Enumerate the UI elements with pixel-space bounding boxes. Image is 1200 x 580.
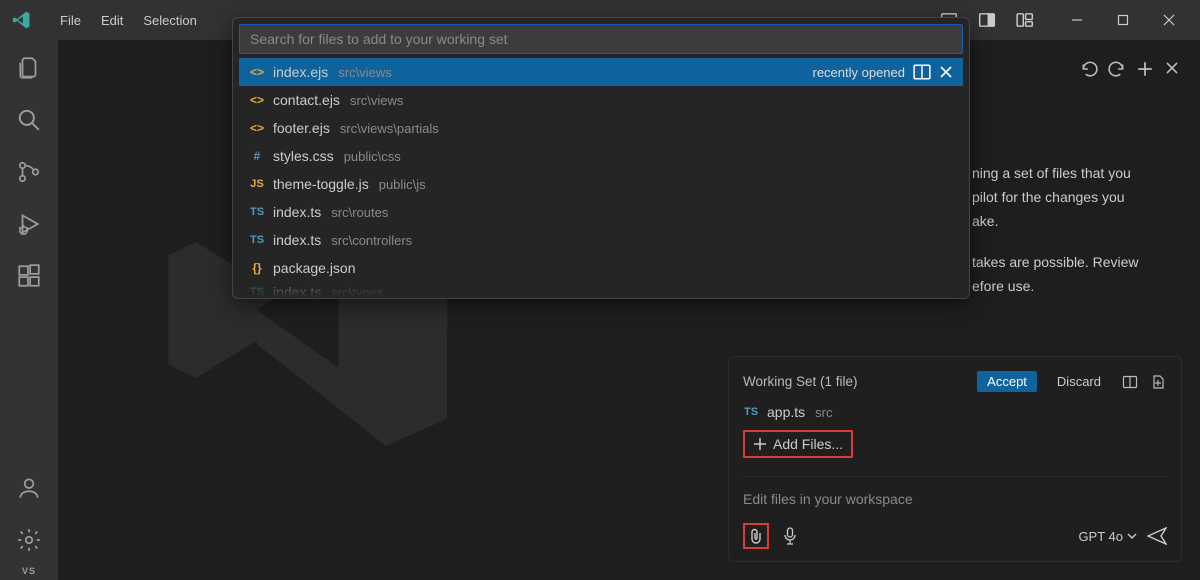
quick-open-item[interactable]: # styles.css public\css [239,142,963,170]
window-controls [1054,0,1192,40]
quick-open-list: <> index.ejs src\views recently opened <… [239,58,963,298]
microphone-icon [783,527,797,545]
accept-button[interactable]: Accept [977,371,1037,392]
send-icon [1147,527,1167,545]
working-set-title: Working Set (1 file) [743,374,967,389]
vscode-logo-icon [12,10,32,30]
layout-customize-icon[interactable] [1008,6,1042,34]
redo-icon[interactable] [1108,60,1126,78]
split-editor-icon[interactable] [913,64,931,80]
settings-gear-icon[interactable] [15,526,43,554]
css-icon: # [249,148,265,164]
new-file-icon[interactable] [1149,373,1167,391]
working-set-card: Working Set (1 file) Accept Discard TS a… [728,356,1182,562]
layout-split-icon[interactable] [970,6,1004,34]
quick-open-item[interactable]: <> contact.ejs src\views [239,86,963,114]
working-set-file[interactable]: TS app.ts src [743,404,1167,420]
recently-opened-hint: recently opened [812,65,905,80]
chevron-down-icon [1127,531,1137,541]
quick-open-item[interactable]: JS theme-toggle.js public\js [239,170,963,198]
diff-view-icon[interactable] [1121,373,1139,391]
window-close[interactable] [1146,0,1192,40]
window-minimize[interactable] [1054,0,1100,40]
ts-icon: TS [743,404,759,420]
send-button[interactable] [1147,527,1167,545]
run-debug-icon[interactable] [15,210,43,238]
activity-bar: VS [0,40,58,580]
json-icon: {} [249,260,265,276]
ejs-icon: <> [249,92,265,108]
quick-open-item[interactable]: TS index.ts src\routes [239,198,963,226]
menu-file[interactable]: File [50,7,91,34]
plus-icon [753,437,767,451]
discard-button[interactable]: Discard [1047,371,1111,392]
ejs-icon: <> [249,120,265,136]
vs-badge: VS [22,566,36,576]
ts-icon: TS [249,204,265,220]
close-panel-icon[interactable] [1164,60,1180,78]
js-icon: JS [249,176,265,192]
paperclip-icon [749,528,763,544]
menu-selection[interactable]: Selection [133,7,206,34]
new-session-icon[interactable] [1136,60,1154,78]
ejs-icon: <> [249,64,265,80]
quick-open-input[interactable] [239,24,963,54]
ts-icon: TS [249,284,265,298]
source-control-icon[interactable] [15,158,43,186]
quick-open-item[interactable]: <> index.ejs src\views recently opened [239,58,963,86]
menu-bar: File Edit Selection [50,7,207,34]
search-icon[interactable] [15,106,43,134]
remove-item-icon[interactable] [939,65,953,79]
quick-open-item[interactable]: TS index.ts src\controllers [239,226,963,254]
menu-edit[interactable]: Edit [91,7,133,34]
quick-open-item[interactable]: {} package.json [239,254,963,282]
extensions-icon[interactable] [15,262,43,290]
ts-icon: TS [249,232,265,248]
titlebar-right [932,0,1192,40]
explorer-icon[interactable] [15,54,43,82]
attach-context-button[interactable] [743,523,769,549]
quick-open: <> index.ejs src\views recently opened <… [232,17,970,299]
quick-open-item[interactable]: <> footer.ejs src\views\partials [239,114,963,142]
account-icon[interactable] [15,474,43,502]
undo-icon[interactable] [1080,60,1098,78]
window-maximize[interactable] [1100,0,1146,40]
quick-open-item[interactable]: TS index.ts src\types [239,282,963,298]
chat-input[interactable]: Edit files in your workspace [743,489,1167,523]
add-files-button[interactable]: Add Files... [743,430,853,458]
model-picker[interactable]: GPT 4o [1078,529,1137,544]
voice-input-button[interactable] [779,525,801,547]
